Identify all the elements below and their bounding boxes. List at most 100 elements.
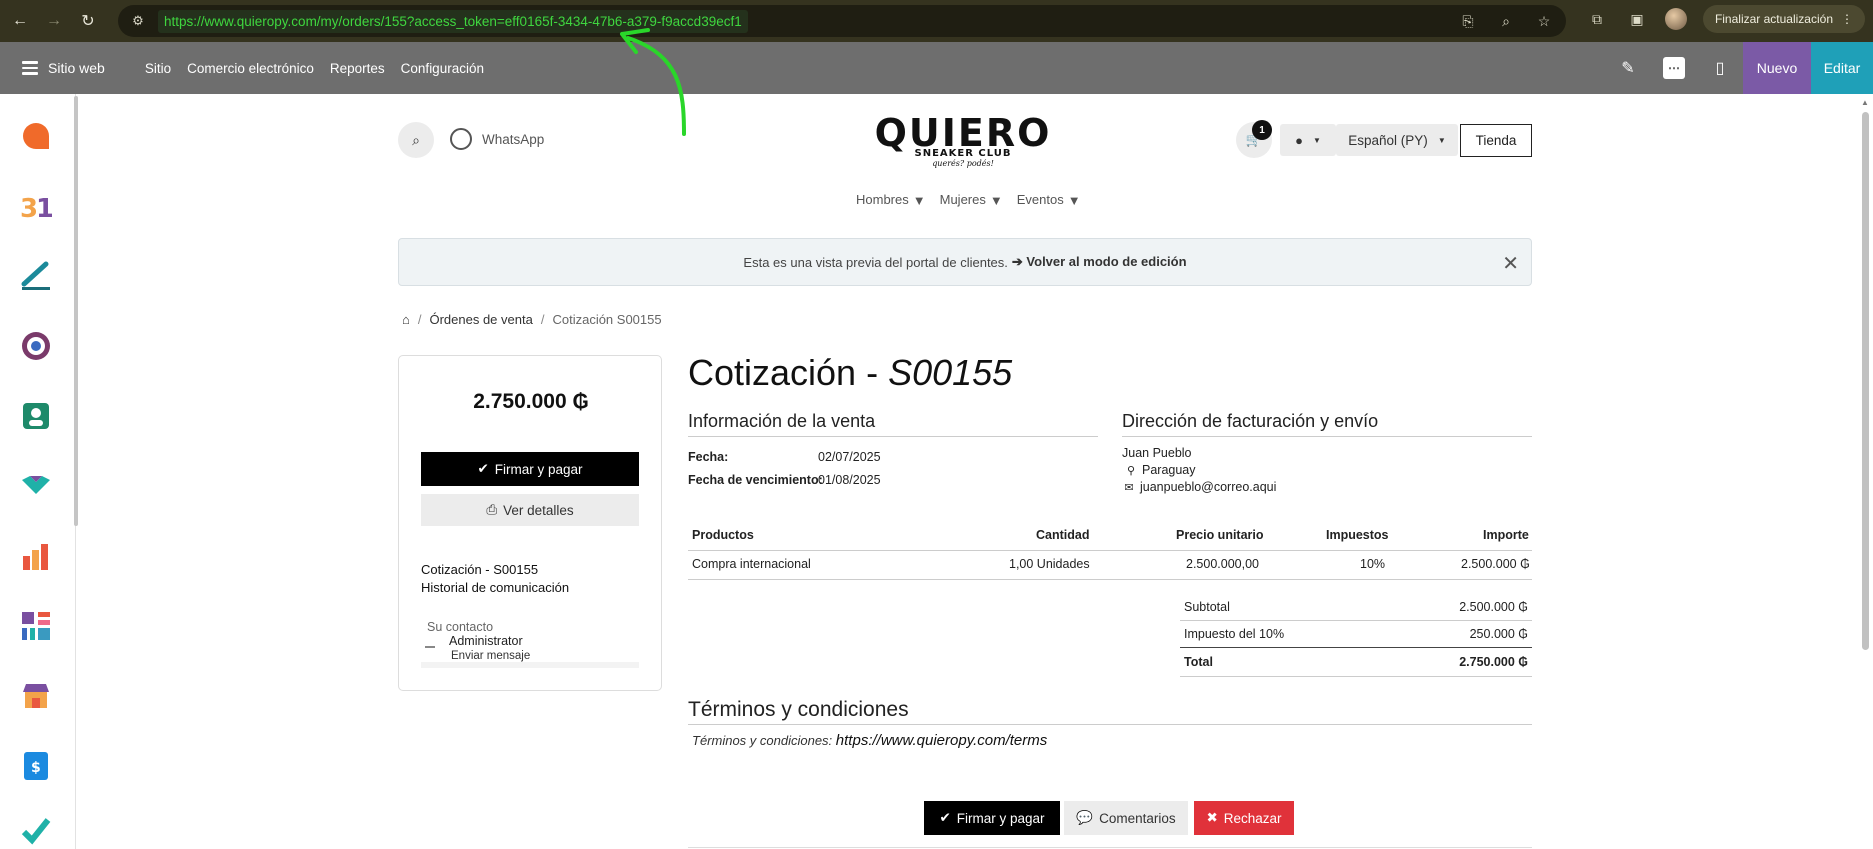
sales-app-icon[interactable] bbox=[20, 540, 52, 572]
back-icon[interactable]: ← bbox=[6, 7, 34, 35]
reload-icon[interactable]: ↻ bbox=[74, 7, 102, 35]
project-app-icon[interactable] bbox=[20, 814, 52, 846]
extensions-icon[interactable]: ⧉ bbox=[1585, 7, 1609, 31]
col-quantity: Cantidad bbox=[1036, 528, 1090, 542]
bookmark-star-icon[interactable]: ☆ bbox=[1532, 9, 1556, 33]
breadcrumb: ⌂ / Órdenes de venta / Cotización S00155 bbox=[402, 312, 662, 327]
menu-reports[interactable]: Reportes bbox=[330, 61, 385, 76]
menu-ecommerce[interactable]: Comercio electrónico bbox=[187, 61, 314, 76]
caret-down-icon: ▼ bbox=[989, 193, 1003, 209]
contact-name: Administrator bbox=[449, 634, 523, 648]
country-line: ⚲ Paraguay bbox=[1126, 463, 1196, 477]
zoom-icon[interactable]: ⌕ bbox=[1494, 9, 1518, 33]
language-selector[interactable]: Español (PY) ▼ bbox=[1336, 124, 1458, 156]
divider bbox=[688, 436, 1098, 437]
close-icon[interactable]: ✕ bbox=[1502, 251, 1519, 276]
contact-avatar bbox=[425, 646, 435, 648]
card-footer-strip bbox=[421, 662, 639, 668]
menu-sitio[interactable]: Sitio bbox=[145, 61, 171, 76]
site-logo[interactable]: QUIERO SNEAKER CLUB querés? podés! bbox=[870, 114, 1056, 168]
table-header-rule bbox=[688, 550, 1532, 551]
whatsapp-link[interactable]: WhatsApp bbox=[450, 128, 544, 150]
contact-heading: Su contacto bbox=[427, 620, 494, 634]
customer-name: Juan Pueblo bbox=[1122, 446, 1192, 460]
crm-app-icon[interactable] bbox=[20, 470, 52, 502]
divider bbox=[1122, 436, 1532, 437]
new-button[interactable]: Nuevo bbox=[1743, 42, 1811, 94]
user-menu-button[interactable]: ● ▼ bbox=[1280, 124, 1336, 156]
app-brand[interactable]: Sitio web bbox=[48, 60, 105, 76]
edit-button[interactable]: Editar bbox=[1811, 42, 1873, 94]
calendar-app-icon[interactable]: 31 bbox=[20, 190, 52, 222]
terms-text: Términos y condiciones: https://www.quie… bbox=[692, 732, 1048, 749]
total-label: Total bbox=[1184, 655, 1213, 669]
site-settings-icon[interactable]: ⚙ bbox=[126, 9, 150, 33]
breadcrumb-orders[interactable]: Órdenes de venta bbox=[429, 312, 532, 327]
page-title: Cotización - S00155 bbox=[688, 352, 1013, 393]
sign-app-icon[interactable] bbox=[20, 260, 52, 292]
totals-rule bbox=[1180, 647, 1532, 648]
site-search-button[interactable]: ⌕ bbox=[398, 122, 434, 158]
side-panel-icon[interactable]: ▣ bbox=[1625, 7, 1649, 31]
row-taxes: 10% bbox=[1360, 557, 1386, 571]
address-bar[interactable]: ⚙ https://www.quieropy.com/my/orders/155… bbox=[118, 5, 1566, 37]
row-unit-price: 2.500.000,00 bbox=[1186, 557, 1259, 571]
install-app-icon[interactable]: ⎘ bbox=[1456, 9, 1480, 33]
sidebar-scrollbar[interactable] bbox=[74, 96, 78, 526]
quote-link[interactable]: Cotización - S00155 bbox=[421, 562, 538, 577]
sign-pay-button[interactable]: ✔ Firmar y pagar bbox=[421, 452, 639, 486]
apps-menu-icon[interactable] bbox=[22, 61, 38, 75]
terms-heading: Términos y condiciones bbox=[688, 698, 909, 721]
preview-banner: Esta es una vista previa del portal de c… bbox=[398, 238, 1532, 286]
search-icon: ⌕ bbox=[412, 131, 420, 148]
dashboard-app-icon[interactable] bbox=[20, 610, 52, 642]
page-scrollbar[interactable] bbox=[1862, 112, 1869, 650]
svg-text:$: $ bbox=[31, 760, 41, 776]
nav-mujeres[interactable]: Mujeres ▼ bbox=[940, 192, 1003, 208]
divider bbox=[688, 847, 1532, 848]
nav-eventos[interactable]: Eventos ▼ bbox=[1017, 192, 1081, 208]
nav-hombres[interactable]: Hombres ▼ bbox=[856, 192, 926, 208]
caret-down-icon: ▼ bbox=[1067, 193, 1081, 209]
summary-card: 2.750.000 ₲ ✔ Firmar y pagar ⎙ Ver detalle… bbox=[398, 355, 662, 691]
invoicing-app-icon[interactable]: $ bbox=[20, 750, 52, 782]
table-row-rule bbox=[688, 579, 1532, 580]
svg-text:1: 1 bbox=[36, 194, 52, 222]
send-message-link[interactable]: Enviar mensaje bbox=[451, 650, 530, 662]
divider bbox=[688, 724, 1532, 725]
discuss-app-icon[interactable] bbox=[20, 120, 52, 152]
reject-button[interactable]: ✖ Rechazar bbox=[1194, 801, 1294, 835]
apps-sidebar: 31 $ bbox=[0, 94, 76, 849]
date-value: 02/07/2025 bbox=[818, 450, 881, 464]
mobile-preview-icon[interactable]: ▯ bbox=[1697, 42, 1743, 94]
forward-icon[interactable]: → bbox=[40, 7, 68, 35]
browser-toolbar: ← → ↻ ⚙ https://www.quieropy.com/my/orde… bbox=[0, 0, 1873, 42]
profile-avatar[interactable] bbox=[1664, 8, 1687, 30]
url-text[interactable]: https://www.quieropy.com/my/orders/155?a… bbox=[158, 9, 748, 33]
more-options-icon[interactable]: ⋯ bbox=[1663, 57, 1685, 79]
store-button[interactable]: Tienda bbox=[1460, 124, 1532, 157]
back-to-edit-link[interactable]: ➔ Volver al modo de edición bbox=[1012, 254, 1187, 270]
settings-app-icon[interactable] bbox=[20, 330, 52, 362]
check-icon: ✔ bbox=[477, 461, 489, 476]
row-product: Compra internacional bbox=[692, 557, 811, 571]
print-icon: ⎙ bbox=[486, 502, 498, 517]
totals-rule bbox=[1180, 620, 1532, 621]
terms-url: https://www.quieropy.com/terms bbox=[835, 732, 1048, 749]
home-icon[interactable]: ⌂ bbox=[402, 312, 410, 327]
finish-update-button[interactable]: Finalizar actualización ⋮ bbox=[1702, 5, 1865, 33]
comments-button[interactable]: 💬 Comentarios bbox=[1064, 801, 1188, 835]
scroll-up-icon[interactable]: ▲ bbox=[1861, 98, 1869, 107]
menu-config[interactable]: Configuración bbox=[401, 61, 484, 76]
site-nav: Hombres ▼ Mujeres ▼ Eventos ▼ bbox=[856, 192, 1081, 208]
whatsapp-icon bbox=[450, 128, 472, 150]
row-quantity: 1,00 Unidades bbox=[1009, 557, 1090, 571]
website-app-icon[interactable] bbox=[20, 680, 52, 712]
cart-count-badge: 1 bbox=[1252, 120, 1272, 140]
sign-pay-button-bottom[interactable]: ✔ Firmar y pagar bbox=[924, 801, 1060, 835]
totals-rule bbox=[1180, 676, 1532, 677]
paint-brush-icon[interactable]: ✎ bbox=[1605, 42, 1651, 94]
history-link[interactable]: Historial de comunicación bbox=[421, 580, 569, 595]
contacts-app-icon[interactable] bbox=[20, 400, 52, 432]
view-details-button[interactable]: ⎙ Ver detalles bbox=[421, 494, 639, 526]
